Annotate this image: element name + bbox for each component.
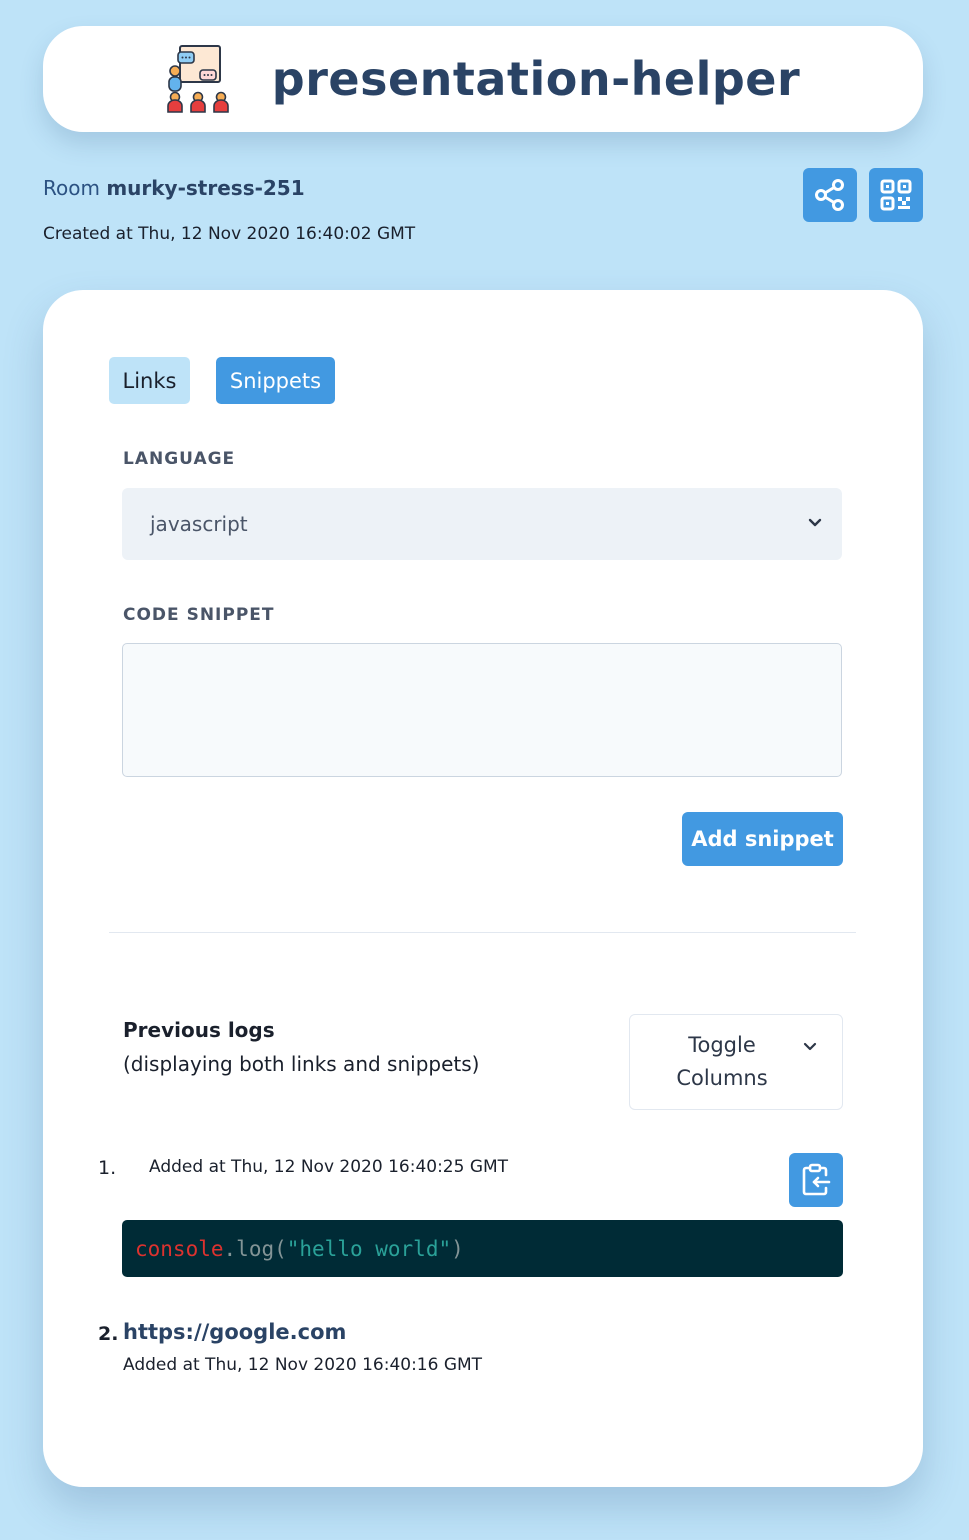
qr-code-button[interactable]: [869, 168, 923, 222]
app-title: presentation-helper: [271, 52, 801, 106]
share-icon: [815, 179, 844, 211]
language-label: LANGUAGE: [123, 449, 236, 469]
log-entry-number: 2.: [98, 1323, 119, 1345]
chevron-down-icon: [803, 1042, 817, 1051]
snippet-panel: Links Snippets LANGUAGE javascript CODE …: [43, 290, 923, 1487]
room-created-at: Created at Thu, 12 Nov 2020 16:40:02 GMT: [43, 224, 416, 244]
code-token-object: console: [135, 1236, 224, 1261]
room-prefix: Room: [43, 176, 100, 200]
toggle-columns-button[interactable]: Toggle Columns: [629, 1014, 843, 1110]
code-snippet-display: console. log("hello world"): [122, 1220, 843, 1277]
language-select-value: javascript: [150, 512, 248, 536]
previous-logs-subtitle: (displaying both links and snippets): [123, 1052, 480, 1076]
code-snippet-input[interactable]: [122, 643, 842, 777]
room-info: Room murky-stress-251: [43, 176, 305, 200]
room-name: murky-stress-251: [106, 176, 305, 200]
log-entry-number: 1.: [98, 1157, 117, 1179]
copy-snippet-button[interactable]: [789, 1153, 843, 1207]
code-token-method: log(: [236, 1236, 287, 1261]
share-button[interactable]: [803, 168, 857, 222]
clipboard-copy-icon: [802, 1163, 831, 1196]
previous-logs-title: Previous logs: [123, 1018, 275, 1042]
add-snippet-button[interactable]: Add snippet: [682, 812, 843, 866]
tab-links[interactable]: Links: [109, 357, 190, 404]
log-entry-timestamp: Added at Thu, 12 Nov 2020 16:40:16 GMT: [123, 1355, 483, 1375]
code-token-close: ): [451, 1236, 464, 1261]
log-entry-link[interactable]: https://google.com: [123, 1320, 346, 1344]
code-token-string: "hello world": [286, 1236, 452, 1261]
qr-code-icon: [880, 179, 912, 211]
chevron-down-icon: [808, 518, 822, 527]
app-header: presentation-helper: [43, 26, 923, 132]
tab-snippets[interactable]: Snippets: [216, 357, 335, 404]
presentation-people-icon: [166, 45, 229, 113]
toggle-columns-label: Toggle Columns: [676, 1033, 768, 1090]
language-select[interactable]: javascript: [122, 488, 842, 560]
log-entry-timestamp: Added at Thu, 12 Nov 2020 16:40:25 GMT: [149, 1157, 509, 1177]
code-snippet-label: CODE SNIPPET: [123, 605, 275, 625]
code-token-dot: .: [223, 1236, 237, 1261]
section-divider: [109, 932, 856, 933]
